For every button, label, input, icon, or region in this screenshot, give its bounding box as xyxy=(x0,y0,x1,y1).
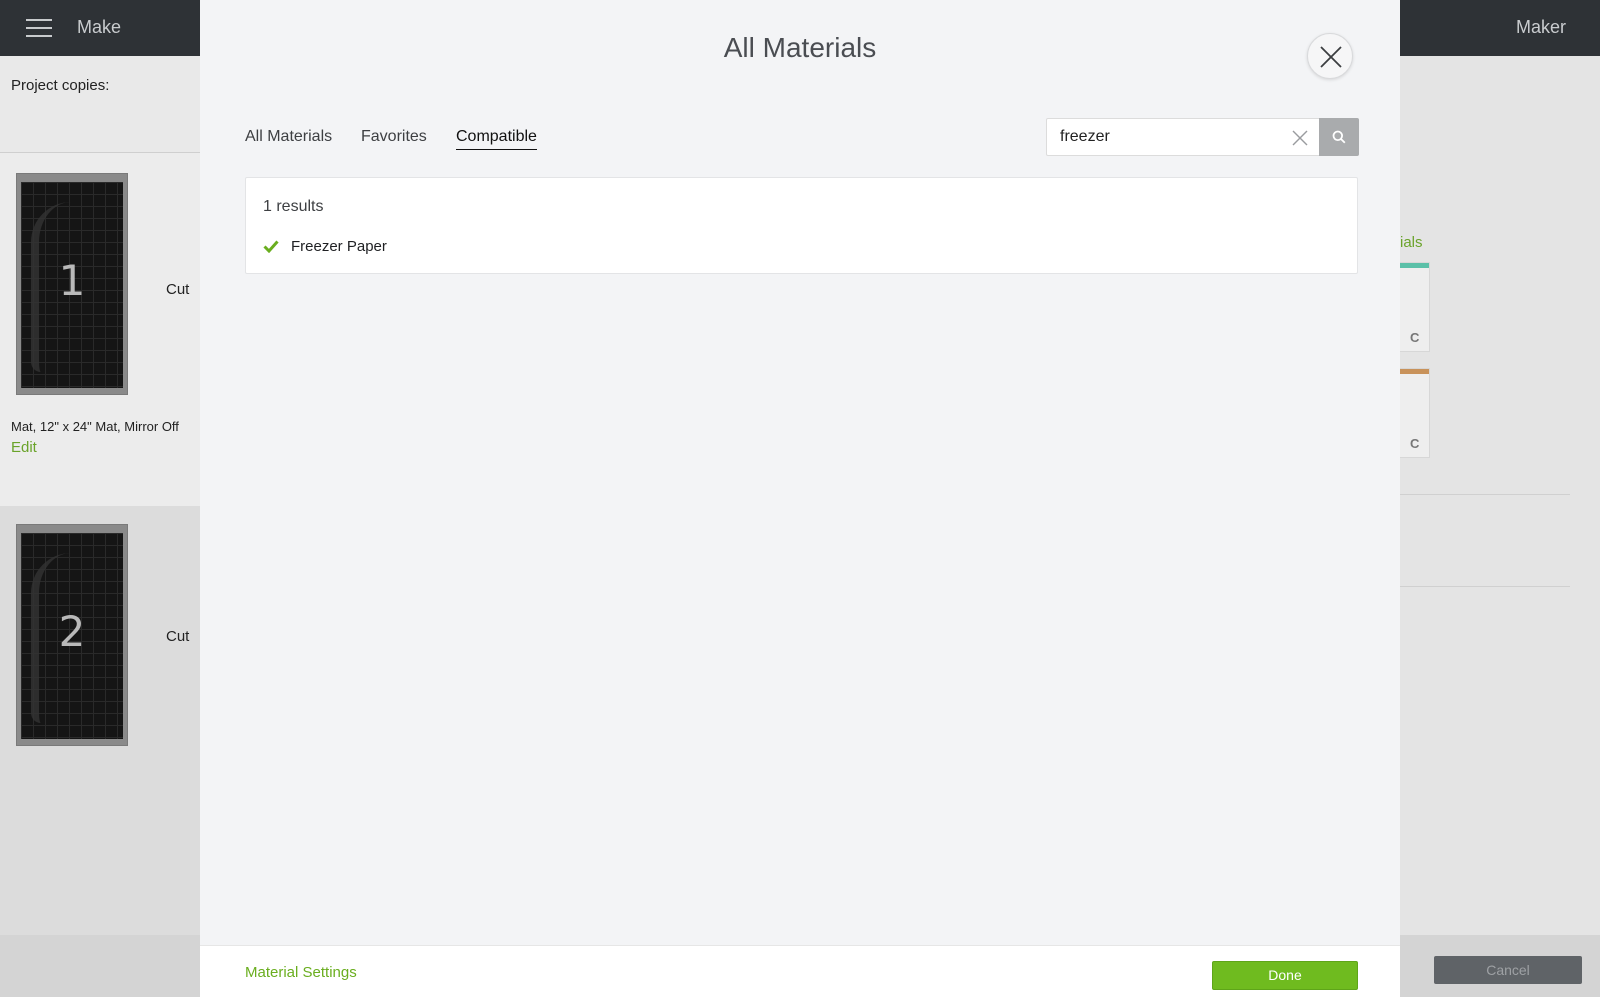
mat-info-text: Mat, 12" x 24" Mat, Mirror Off xyxy=(11,419,179,434)
tab-all-materials[interactable]: All Materials xyxy=(245,128,332,149)
hamburger-menu-icon[interactable] xyxy=(26,19,52,37)
divider xyxy=(1400,494,1570,495)
mat-section-2[interactable]: 2 Cut xyxy=(0,506,200,935)
tab-compatible[interactable]: Compatible xyxy=(456,128,537,150)
mat-list-panel: Project copies: 1 Cut Mat, 12" x 24" Mat… xyxy=(0,56,200,935)
mat-preview-1[interactable]: 1 xyxy=(16,173,128,395)
results-count: 1 results xyxy=(263,198,324,215)
material-card-1[interactable]: C xyxy=(1400,262,1430,352)
search-input[interactable] xyxy=(1047,119,1309,155)
mat-number-1: 1 xyxy=(58,256,86,305)
edit-mat-link[interactable]: Edit xyxy=(11,439,37,456)
search-button[interactable] xyxy=(1319,118,1359,156)
check-icon xyxy=(263,240,279,253)
close-icon xyxy=(1320,46,1342,68)
divider xyxy=(1400,586,1570,587)
mat-action-label-2: Cut xyxy=(166,628,190,645)
mat-action-label-1: Cut xyxy=(166,281,190,298)
material-card-letter-2: C xyxy=(1410,436,1420,451)
material-card-stripe-1 xyxy=(1400,263,1429,268)
header-machine-label: Maker xyxy=(1515,17,1566,37)
mat-section-1[interactable]: 1 Cut Mat, 12" x 24" Mat, Mirror Off Edi… xyxy=(0,153,200,506)
project-copies-label: Project copies: xyxy=(11,77,110,94)
mat-preview-2[interactable]: 2 xyxy=(16,524,128,746)
result-item-label: Freezer Paper xyxy=(291,238,387,255)
close-modal-button[interactable] xyxy=(1307,33,1353,79)
modal-title: All Materials xyxy=(723,32,877,63)
results-list: 1 results Freezer Paper xyxy=(245,177,1358,274)
material-settings-link[interactable]: Material Settings xyxy=(245,964,357,981)
search-box xyxy=(1046,118,1359,156)
modal-footer: Material Settings Done xyxy=(200,945,1400,997)
search-icon xyxy=(1332,130,1346,144)
material-card-letter-1: C xyxy=(1410,330,1420,345)
header-title: Make xyxy=(77,17,122,37)
project-copies-row: Project copies: xyxy=(0,56,200,153)
tab-favorites[interactable]: Favorites xyxy=(361,128,427,149)
right-settings-panel: ials C C xyxy=(1400,56,1600,935)
mat-number-2: 2 xyxy=(58,607,86,656)
clear-search-icon[interactable] xyxy=(1291,129,1309,147)
material-card-stripe-2 xyxy=(1400,369,1429,374)
done-button[interactable]: Done xyxy=(1212,961,1358,990)
all-materials-modal: All Materials All Materials Favorites Co… xyxy=(200,0,1400,997)
cancel-button[interactable]: Cancel xyxy=(1434,956,1582,984)
material-card-2[interactable]: C xyxy=(1400,368,1430,458)
browse-materials-link[interactable]: ials xyxy=(1400,234,1423,251)
